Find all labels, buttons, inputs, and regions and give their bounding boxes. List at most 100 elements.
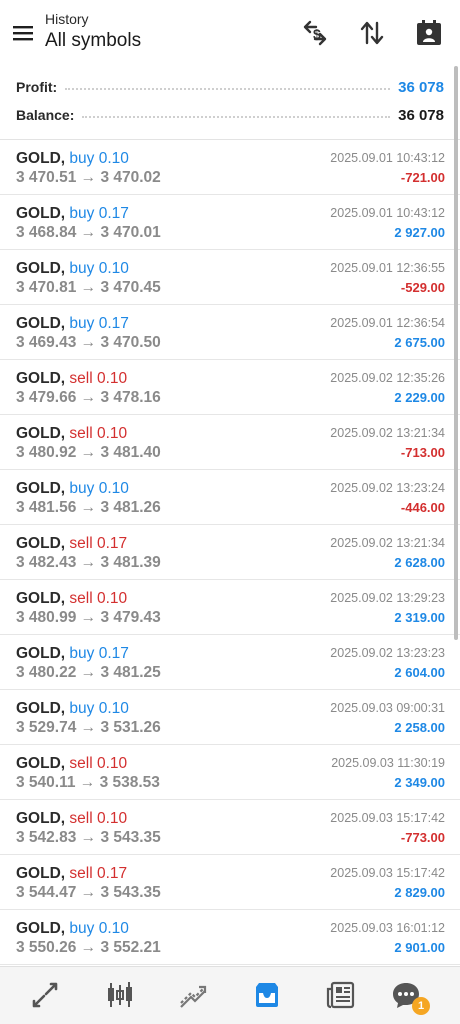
deal-title: GOLD, buy 0.10: [16, 479, 129, 499]
deal-side: buy: [69, 645, 95, 662]
deal-row[interactable]: GOLD, buy 0.10 3 470.51 → 3 470.02 2025.09…: [0, 140, 460, 195]
deal-row[interactable]: GOLD, sell 0.10 3 480.99 → 3 479.43 2025.0…: [0, 580, 460, 635]
dotted-leader: [82, 116, 391, 118]
deal-side: buy: [69, 700, 95, 717]
menu-button[interactable]: [8, 18, 38, 48]
deal-symbol: GOLD,: [16, 260, 66, 277]
deal-title: GOLD, sell 0.10: [16, 809, 127, 829]
deal-title: GOLD, buy 0.17: [16, 314, 129, 334]
nav-chart[interactable]: [100, 977, 140, 1013]
deal-profit: 2 349.00: [394, 775, 445, 790]
deal-symbol: GOLD,: [16, 315, 66, 332]
quotes-icon: [32, 982, 58, 1008]
deal-row[interactable]: GOLD, buy 0.10 3 550.26 → 3 552.21 2025.09…: [0, 910, 460, 965]
deal-row[interactable]: GOLD, sell 0.17 3 544.47 → 3 543.35 2025.0…: [0, 855, 460, 910]
deal-volume: 0.10: [96, 590, 128, 607]
deal-symbol: GOLD,: [16, 535, 66, 552]
deal-time: 2025.09.03 11:30:19: [331, 756, 445, 770]
deal-prices: 3 480.92 → 3 481.40: [16, 444, 161, 461]
nav-news[interactable]: [321, 977, 361, 1013]
deal-row[interactable]: GOLD, buy 0.10 3 470.81 → 3 470.45 2025.09…: [0, 250, 460, 305]
deal-side: sell: [69, 425, 93, 442]
deal-side: buy: [69, 920, 95, 937]
nav-quotes[interactable]: [25, 977, 65, 1013]
app-header: History All symbols $: [0, 0, 460, 66]
deal-side: sell: [69, 865, 93, 882]
menu-icon: [13, 26, 33, 41]
deal-time: 2025.09.01 12:36:54: [330, 316, 445, 330]
nav-chat[interactable]: 1: [386, 977, 430, 1015]
deal-side: buy: [69, 205, 95, 222]
deal-symbol: GOLD,: [16, 150, 66, 167]
nav-trade[interactable]: [173, 977, 213, 1013]
deal-title: GOLD, sell 0.17: [16, 864, 127, 884]
deal-volume: 0.17: [98, 205, 129, 222]
deal-profit: 2 675.00: [394, 335, 445, 350]
deal-title: GOLD, buy 0.17: [16, 204, 129, 224]
currency-exchange-icon: $: [303, 20, 327, 46]
deal-prices: 3 468.84 → 3 470.01: [16, 224, 161, 241]
balance-value: 36 078: [398, 106, 444, 124]
deal-prices: 3 469.43 → 3 470.50: [16, 334, 161, 351]
deal-time: 2025.09.02 13:23:24: [330, 481, 445, 495]
deal-row[interactable]: GOLD, buy 0.17 3 468.84 → 3 470.01 2025.09…: [0, 195, 460, 250]
deal-symbol: GOLD,: [16, 590, 66, 607]
profit-value: 36 078: [398, 78, 444, 96]
deal-prices: 3 479.66 → 3 478.16: [16, 389, 161, 406]
deal-profit: -529.00: [400, 280, 445, 295]
scrollbar[interactable]: [454, 66, 458, 640]
deal-time: 2025.09.03 09:00:31: [330, 701, 445, 715]
title-block[interactable]: History All symbols: [45, 10, 141, 54]
deal-prices: 3 544.47 → 3 543.35: [16, 884, 161, 901]
page-subtitle: History: [45, 11, 89, 27]
deal-side: sell: [69, 755, 93, 772]
deal-volume: 0.10: [96, 810, 128, 827]
deal-time: 2025.09.02 12:35:26: [330, 371, 445, 385]
deal-profit: 2 628.00: [394, 555, 445, 570]
news-icon: [326, 981, 355, 1009]
deal-volume: 0.10: [98, 700, 129, 717]
deal-symbol: GOLD,: [16, 865, 66, 882]
deal-title: GOLD, sell 0.10: [16, 589, 127, 609]
deal-row[interactable]: GOLD, buy 0.10 3 529.74 → 3 531.26 2025.09…: [0, 690, 460, 745]
deal-symbol: GOLD,: [16, 480, 66, 497]
deal-volume: 0.10: [98, 480, 129, 497]
deal-title: GOLD, sell 0.10: [16, 754, 127, 774]
nav-history[interactable]: [247, 977, 287, 1013]
sort-button[interactable]: [355, 16, 389, 50]
deal-time: 2025.09.01 12:36:55: [330, 261, 445, 275]
deal-row[interactable]: GOLD, buy 0.17 3 469.43 → 3 470.50 2025.09…: [0, 305, 460, 360]
deal-symbol: GOLD,: [16, 645, 66, 662]
deal-side: sell: [69, 810, 93, 827]
history-icon: [256, 983, 278, 1007]
deal-symbol: GOLD,: [16, 370, 66, 387]
deal-time: 2025.09.02 13:23:23: [330, 646, 445, 660]
profit-label: Profit:: [16, 79, 58, 95]
deal-prices: 3 480.99 → 3 479.43: [16, 609, 161, 626]
deal-volume: 0.17: [98, 315, 129, 332]
deal-title: GOLD, buy 0.10: [16, 919, 129, 939]
deal-row[interactable]: GOLD, buy 0.10 3 481.56 → 3 481.26 2025.09…: [0, 470, 460, 525]
deal-prices: 3 481.56 → 3 481.26: [16, 499, 161, 516]
profit-row: Profit: 36 078: [16, 73, 444, 101]
deal-row[interactable]: GOLD, sell 0.10 3 479.66 → 3 478.16 2025.0…: [0, 360, 460, 415]
chart-icon: [108, 982, 132, 1007]
deal-title: GOLD, buy 0.10: [16, 259, 129, 279]
deal-row[interactable]: GOLD, sell 0.10 3 540.11 → 3 538.53 2025.0…: [0, 745, 460, 800]
deal-symbol: GOLD,: [16, 425, 66, 442]
deal-volume: 0.17: [96, 535, 128, 552]
deal-side: buy: [69, 480, 95, 497]
deal-volume: 0.17: [98, 645, 129, 662]
deal-row[interactable]: GOLD, buy 0.17 3 480.22 → 3 481.25 2025.09…: [0, 635, 460, 690]
currency-exchange-button[interactable]: $: [298, 16, 332, 50]
calendar-button[interactable]: [412, 16, 446, 50]
deal-side: sell: [69, 535, 93, 552]
deal-row[interactable]: GOLD, sell 0.10 3 480.92 → 3 481.40 2025.0…: [0, 415, 460, 470]
deal-row[interactable]: GOLD, sell 0.17 3 482.43 → 3 481.39 2025.0…: [0, 525, 460, 580]
deal-symbol: GOLD,: [16, 810, 66, 827]
deal-volume: 0.10: [98, 920, 129, 937]
deal-row[interactable]: GOLD, sell 0.10 3 542.83 → 3 543.35 2025.0…: [0, 800, 460, 855]
page-title: All symbols: [45, 30, 142, 51]
deal-side: sell: [69, 590, 93, 607]
deal-symbol: GOLD,: [16, 205, 66, 222]
